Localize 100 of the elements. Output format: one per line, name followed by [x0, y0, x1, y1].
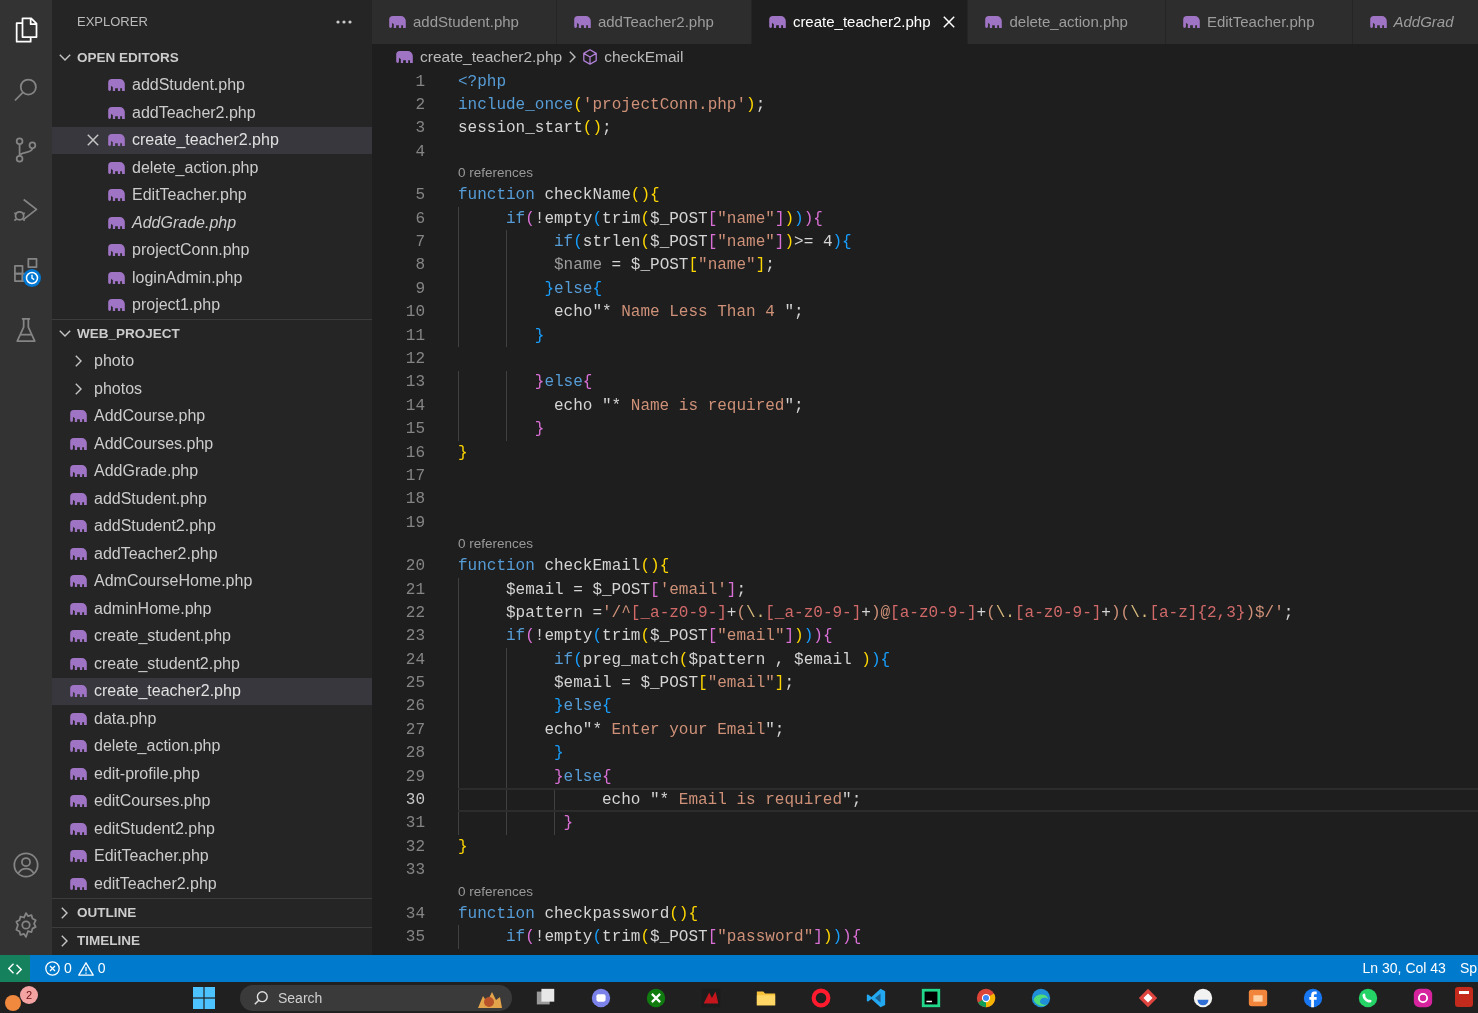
code-lens[interactable]: 0 references	[458, 534, 534, 555]
more-icon[interactable]	[336, 20, 352, 24]
notification-badge: 2	[20, 986, 38, 1004]
open-editor-item[interactable]: AddGrade.php	[52, 209, 372, 237]
x-circle-icon[interactable]	[644, 986, 667, 1009]
file-item[interactable]: AddCourses.php	[52, 430, 372, 458]
line-number: 25	[405, 673, 425, 695]
file-item[interactable]: AddGrade.php	[52, 457, 372, 485]
elephant-icon	[70, 767, 87, 780]
line-number: 27	[405, 719, 425, 741]
wave-icon[interactable]	[1029, 986, 1052, 1009]
section-header[interactable]: OUTLINE	[52, 899, 372, 927]
file-item[interactable]: delete_action.php	[52, 732, 372, 760]
play-bug-icon	[12, 196, 40, 224]
indentation-setting[interactable]: Sp	[1453, 958, 1478, 979]
code-line: }	[458, 442, 468, 464]
elephant-icon	[396, 51, 413, 63]
remote-button[interactable]	[0, 955, 30, 982]
problems-button[interactable]: 0 0	[45, 955, 106, 982]
file-item[interactable]: AddCourse.php	[52, 402, 372, 430]
breadcrumb-item[interactable]: checkEmail	[583, 45, 684, 69]
breadcrumb-item[interactable]: create_teacher2.php	[396, 45, 563, 69]
file-item[interactable]: editStudent2.php	[52, 815, 372, 843]
elephant-icon	[70, 520, 87, 533]
close-icon[interactable]	[87, 134, 99, 147]
code-line: include_once('projectConn.php');	[458, 95, 766, 117]
ring-icon[interactable]	[809, 986, 832, 1009]
terminal-icon[interactable]	[919, 986, 942, 1009]
editor-tab[interactable]: delete_action.php	[968, 0, 1166, 44]
section-header[interactable]: OPEN EDITORS	[52, 44, 372, 72]
code-line: if(!empty(trim($_POST["email"]))){	[506, 626, 833, 648]
elephant-icon	[70, 492, 87, 505]
open-editor-item[interactable]: delete_action.php	[52, 154, 372, 182]
section-header[interactable]: WEB_PROJECT	[52, 320, 372, 348]
open-editor-item[interactable]: create_teacher2.php	[52, 126, 372, 154]
file-item[interactable]: create_student.php	[52, 622, 372, 650]
open-editor-item[interactable]: addTeacher2.php	[52, 99, 372, 127]
elephant-icon	[108, 161, 125, 174]
cursor-position[interactable]: Ln 30, Col 43	[1354, 958, 1454, 979]
code-editor-icon[interactable]	[864, 986, 887, 1009]
camera-icon[interactable]	[1411, 986, 1434, 1009]
chevron-down-icon	[58, 54, 71, 62]
file-item[interactable]: data.php	[52, 705, 372, 733]
file-item[interactable]: AdmCourseHome.php	[52, 567, 372, 595]
chat-icon[interactable]	[589, 986, 612, 1009]
code-line: function checkpassword(){	[458, 903, 699, 925]
folder-item[interactable]: photos	[52, 375, 372, 403]
social-app-icon[interactable]	[1301, 986, 1324, 1009]
diamond-icon[interactable]	[1136, 986, 1159, 1009]
open-editor-item[interactable]: EditTeacher.php	[52, 181, 372, 209]
elephant-icon	[1182, 16, 1200, 28]
editor-tab[interactable]: addStudent.php	[372, 0, 557, 44]
file-item[interactable]: adminHome.php	[52, 595, 372, 623]
elephant-icon	[1369, 16, 1387, 28]
app-icon[interactable]	[1455, 986, 1473, 1007]
phone-bubble-icon[interactable]	[1356, 986, 1379, 1009]
code-lens[interactable]: 0 references	[458, 881, 534, 902]
open-editor-item[interactable]: loginAdmin.php	[52, 264, 372, 292]
code-lens[interactable]: 0 references	[458, 163, 534, 184]
editor-tab[interactable]: addTeacher2.php	[556, 0, 752, 44]
line-number: 14	[405, 395, 425, 417]
line-number: 5	[415, 185, 425, 207]
browser-icon[interactable]	[974, 986, 997, 1009]
window-grid-icon[interactable]	[193, 986, 215, 1009]
file-item[interactable]: create_teacher2.php	[52, 677, 372, 705]
folder-item[interactable]: photo	[52, 347, 372, 375]
line-number: 18	[405, 489, 425, 511]
sun-icon	[5, 994, 21, 1011]
line-number: 15	[405, 419, 425, 441]
file-item[interactable]: editTeacher2.php	[52, 870, 372, 898]
code-line: function checkEmail(){	[458, 556, 670, 578]
file-item[interactable]: EditTeacher.php	[52, 842, 372, 870]
line-number: 23	[405, 626, 425, 648]
editor-tab[interactable]: AddGrad	[1352, 0, 1478, 44]
line-number: 11	[405, 325, 425, 347]
line-number: 13	[405, 372, 425, 394]
half-filled-circle-icon[interactable]	[1191, 986, 1214, 1009]
elephant-icon	[70, 410, 87, 423]
file-item[interactable]: addTeacher2.php	[52, 540, 372, 568]
remote-icon	[8, 962, 22, 975]
line-number: 3	[415, 118, 425, 140]
file-item[interactable]: editCourses.php	[52, 787, 372, 815]
section-header[interactable]: TIMELINE	[52, 927, 372, 955]
open-editor-item[interactable]: project1.php	[52, 291, 372, 319]
file-item[interactable]: addStudent.php	[52, 485, 372, 513]
open-editor-item[interactable]: projectConn.php	[52, 236, 372, 264]
open-editor-item[interactable]: addStudent.php	[52, 71, 372, 99]
file-item[interactable]: addStudent2.php	[52, 512, 372, 540]
elephant-icon	[70, 685, 87, 698]
file-item[interactable]: create_student2.php	[52, 650, 372, 678]
clock-badge-icon	[23, 269, 41, 287]
search-icon	[12, 76, 40, 104]
line-number: 16	[405, 442, 425, 464]
elephant-icon	[108, 299, 125, 312]
editor-tab[interactable]: EditTeacher.php	[1165, 0, 1353, 44]
line-number: 1	[415, 71, 425, 93]
editor-tab[interactable]: create_teacher2.php	[751, 0, 969, 44]
file-item[interactable]: edit-profile.php	[52, 760, 372, 788]
code-line: echo"* Name Less Than 4 ";	[554, 302, 804, 324]
search-field[interactable]: Search	[240, 984, 512, 1011]
